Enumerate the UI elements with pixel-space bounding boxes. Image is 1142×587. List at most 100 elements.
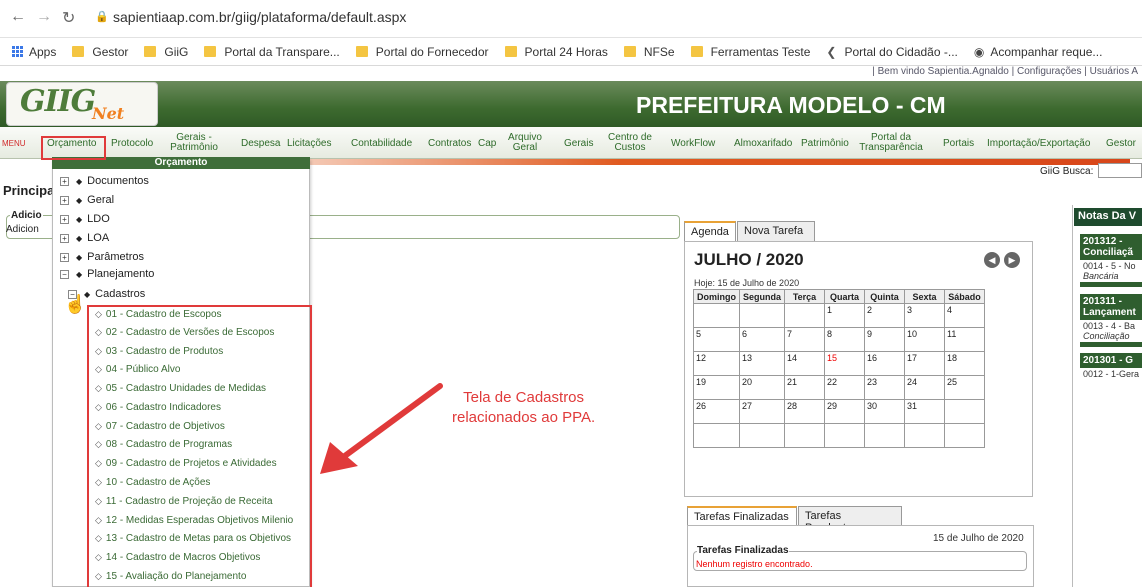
nota-card[interactable]: 201312 - Conciliaçã 0014 - 5 - No Bancária — [1080, 234, 1142, 287]
menu-importacao-exportacao[interactable]: Importação/Exportação — [987, 139, 1090, 149]
expand-icon[interactable]: + — [60, 252, 69, 262]
day-cell[interactable]: 31 — [904, 399, 946, 424]
forward-icon[interactable]: → — [36, 8, 52, 26]
tab-nova-tarefa[interactable]: Nova Tarefa — [737, 221, 815, 241]
bookmark-portal-fornecedor[interactable]: Portal do Fornecedor — [355, 45, 489, 59]
tree-item-planejamento[interactable]: − ◆ Planejamento — [60, 268, 154, 280]
day-cell-today[interactable]: 15 — [824, 351, 866, 376]
menu-workflow[interactable]: WorkFlow — [671, 139, 715, 149]
bookmark-portal-transparencia[interactable]: Portal da Transpare... — [204, 45, 340, 59]
day-cell[interactable] — [784, 423, 826, 448]
menu-portal-transparencia[interactable]: Portal da Transparência — [856, 133, 926, 153]
bookmark-ferramentas-teste[interactable]: Ferramentas Teste — [690, 45, 810, 59]
day-cell[interactable]: 2 — [864, 303, 906, 328]
day-cell[interactable]: 5 — [693, 327, 740, 352]
day-cell[interactable] — [864, 423, 906, 448]
day-cell[interactable] — [904, 423, 946, 448]
day-cell[interactable]: 13 — [738, 351, 786, 376]
adicionar-link[interactable]: Adicion — [6, 224, 39, 235]
lock-icon: 🔒 — [95, 11, 109, 23]
day-cell[interactable]: 24 — [904, 375, 946, 400]
url-field[interactable]: sapientiaap.com.br/giig/plataforma/defau… — [113, 9, 406, 25]
day-cell[interactable]: 8 — [824, 327, 866, 352]
menu-almoxarifado[interactable]: Almoxarifado — [734, 139, 792, 149]
menu-arquivo-geral[interactable]: Arquivo Geral — [505, 133, 545, 153]
day-cell[interactable]: 6 — [738, 327, 786, 352]
tree-item-documentos[interactable]: + ◆ Documentos — [60, 175, 149, 187]
menu-cap[interactable]: Cap — [478, 139, 496, 149]
menu-patrimonio[interactable]: Patrimônio — [801, 139, 849, 149]
day-cell[interactable]: 30 — [864, 399, 906, 424]
day-cell[interactable]: 19 — [693, 375, 740, 400]
menu-centro-custos[interactable]: Centro de Custos — [604, 133, 656, 153]
day-cell[interactable]: 29 — [824, 399, 866, 424]
tab-tarefas-pendentes[interactable]: Tarefas Pendentes — [798, 506, 902, 534]
day-cell[interactable]: 4 — [944, 303, 986, 328]
day-cell[interactable]: 17 — [904, 351, 946, 376]
day-cell[interactable] — [824, 423, 866, 448]
next-month-icon[interactable]: ▶ — [1004, 252, 1020, 268]
expand-icon[interactable]: + — [60, 176, 69, 186]
bookmark-acompanhar[interactable]: ◉ Acompanhar reque... — [974, 45, 1103, 59]
address-bar: ← → ↻ 🔒 sapientiaap.com.br/giig/platafor… — [0, 0, 1142, 38]
menu-licitacoes[interactable]: Licitações — [287, 139, 331, 149]
nota-card[interactable]: 201301 - G 0012 - 1-Gera — [1080, 353, 1142, 380]
day-cell[interactable]: 20 — [738, 375, 786, 400]
day-cell[interactable]: 25 — [944, 375, 986, 400]
bookmark-portal-24-horas[interactable]: Portal 24 Horas — [504, 45, 608, 59]
tree-item-geral[interactable]: + ◆ Geral — [60, 194, 114, 206]
collapse-icon[interactable]: − — [60, 269, 69, 279]
day-cell[interactable] — [693, 423, 740, 448]
tab-tarefas-finalizadas[interactable]: Tarefas Finalizadas — [687, 506, 797, 526]
bookmark-giig[interactable]: GiiG — [144, 45, 188, 59]
day-cell[interactable]: 11 — [944, 327, 986, 352]
day-cell[interactable]: 21 — [784, 375, 826, 400]
bookmark-nfse[interactable]: NFSe — [623, 45, 675, 59]
bookmark-portal-cidadao[interactable]: ❮ Portal do Cidadão -... — [826, 45, 957, 59]
day-cell[interactable]: 9 — [864, 327, 906, 352]
day-cell[interactable]: 10 — [904, 327, 946, 352]
day-cell[interactable]: 1 — [824, 303, 866, 328]
busca-input[interactable] — [1098, 163, 1142, 178]
day-cell[interactable] — [693, 303, 740, 328]
expand-icon[interactable]: + — [60, 233, 69, 243]
calendar-month: JULHO / 2020 — [694, 250, 804, 269]
day-cell[interactable]: 16 — [864, 351, 906, 376]
back-icon[interactable]: ← — [10, 8, 26, 26]
expand-icon[interactable]: + — [60, 195, 69, 205]
day-cell[interactable]: 7 — [784, 327, 826, 352]
day-cell[interactable] — [944, 423, 986, 448]
tree-item-ldo[interactable]: + ◆ LDO — [60, 213, 110, 225]
day-cell[interactable]: 23 — [864, 375, 906, 400]
day-cell[interactable]: 14 — [784, 351, 826, 376]
menu-contratos[interactable]: Contratos — [428, 139, 471, 149]
menu-despesa[interactable]: Despesa — [241, 139, 280, 149]
tree-item-parametros[interactable]: + ◆ Parâmetros — [60, 251, 144, 263]
bookmark-apps[interactable]: Apps — [12, 45, 56, 59]
menu-protocolo[interactable]: Protocolo — [111, 139, 153, 149]
day-cell[interactable] — [738, 423, 786, 448]
menu-gerais[interactable]: Gerais — [564, 139, 593, 149]
expand-icon[interactable]: + — [60, 214, 69, 224]
tree-item-loa[interactable]: + ◆ LOA — [60, 232, 109, 244]
day-cell[interactable] — [784, 303, 826, 328]
reload-icon[interactable]: ↻ — [62, 8, 75, 28]
bookmark-gestor[interactable]: Gestor — [72, 45, 128, 59]
day-cell[interactable]: 18 — [944, 351, 986, 376]
nota-card[interactable]: 201311 - Lançament 0013 - 4 - Ba Conciliaç… — [1080, 294, 1142, 347]
day-cell[interactable]: 12 — [693, 351, 740, 376]
day-cell[interactable]: 3 — [904, 303, 946, 328]
day-header: Sábado — [944, 289, 986, 304]
tab-agenda[interactable]: Agenda — [684, 221, 736, 241]
day-cell[interactable] — [944, 399, 986, 424]
day-cell[interactable]: 28 — [784, 399, 826, 424]
day-cell[interactable]: 26 — [693, 399, 740, 424]
day-cell[interactable] — [738, 303, 786, 328]
menu-portais[interactable]: Portais — [943, 139, 974, 149]
menu-gerais-patrimonio[interactable]: Gerais - Patrimônio — [165, 133, 223, 153]
prev-month-icon[interactable]: ◀ — [984, 252, 1000, 268]
menu-gestor[interactable]: Gestor — [1106, 139, 1136, 149]
day-cell[interactable]: 27 — [738, 399, 786, 424]
day-cell[interactable]: 22 — [824, 375, 866, 400]
menu-contabilidade[interactable]: Contabilidade — [351, 139, 412, 149]
